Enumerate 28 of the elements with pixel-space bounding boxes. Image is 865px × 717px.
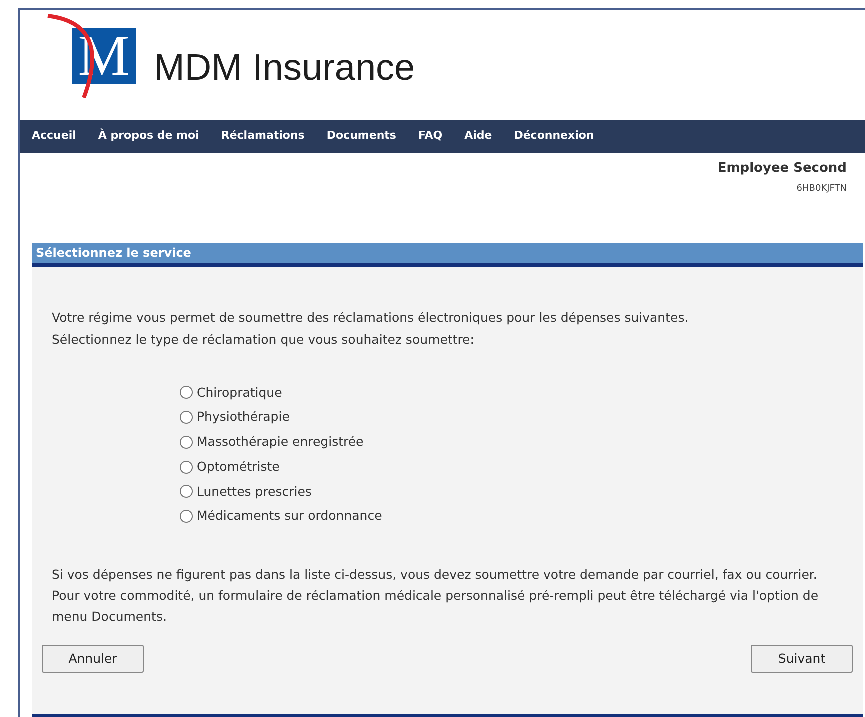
next-button[interactable]: Suivant: [751, 645, 853, 673]
cancel-button[interactable]: Annuler: [42, 645, 144, 673]
radio-option[interactable]: Physiothérapie: [180, 408, 290, 427]
nav-link[interactable]: Aide: [464, 128, 492, 145]
nav-link[interactable]: Accueil: [32, 128, 76, 145]
radio-button[interactable]: [180, 510, 193, 524]
nav-link[interactable]: Réclamations: [221, 128, 305, 145]
radio-option[interactable]: Lunettes prescries: [180, 482, 312, 502]
nav-link[interactable]: À propos de moi: [98, 128, 200, 145]
nav-link[interactable]: Documents: [326, 128, 396, 145]
user-id: 6HB0KJFTN: [796, 182, 847, 196]
radio-button[interactable]: [180, 436, 193, 449]
radio-button[interactable]: [180, 485, 193, 498]
radio-button[interactable]: [180, 411, 193, 424]
radio-option[interactable]: Médicaments sur ordonnance: [180, 507, 382, 526]
intro-text: Sélectionnez le type de réclamation que vous souhaitez soumettre:: [52, 330, 476, 349]
radio-option[interactable]: Massothérapie enregistrée: [180, 433, 364, 452]
note-text: Si vos dépenses ne figurent pas dans la liste ci-dessus, vous devez soumettre votre demande par courriel, fax ou courrier. Pour votre commodité, un formulaire de réclamation médicale personnalisé pré-rempli peut être téléchargé via l'option de menu Documents.: [52, 566, 820, 626]
brand-name: MDM Insurance: [154, 46, 416, 90]
radio-option[interactable]: Chiropratique: [180, 384, 282, 402]
nav-link[interactable]: FAQ: [418, 128, 443, 145]
panel-title: Sélectionnez le service: [36, 245, 192, 262]
intro-text: Votre régime vous permet de soumettre des réclamations électroniques pour les dépenses suivantes.: [52, 309, 690, 327]
user-name: Employee Second: [718, 160, 847, 178]
nav-link[interactable]: Déconnexion: [514, 128, 594, 145]
radio-option[interactable]: Optométriste: [180, 458, 280, 476]
radio-button[interactable]: [180, 386, 193, 400]
radio-button[interactable]: [180, 460, 193, 474]
